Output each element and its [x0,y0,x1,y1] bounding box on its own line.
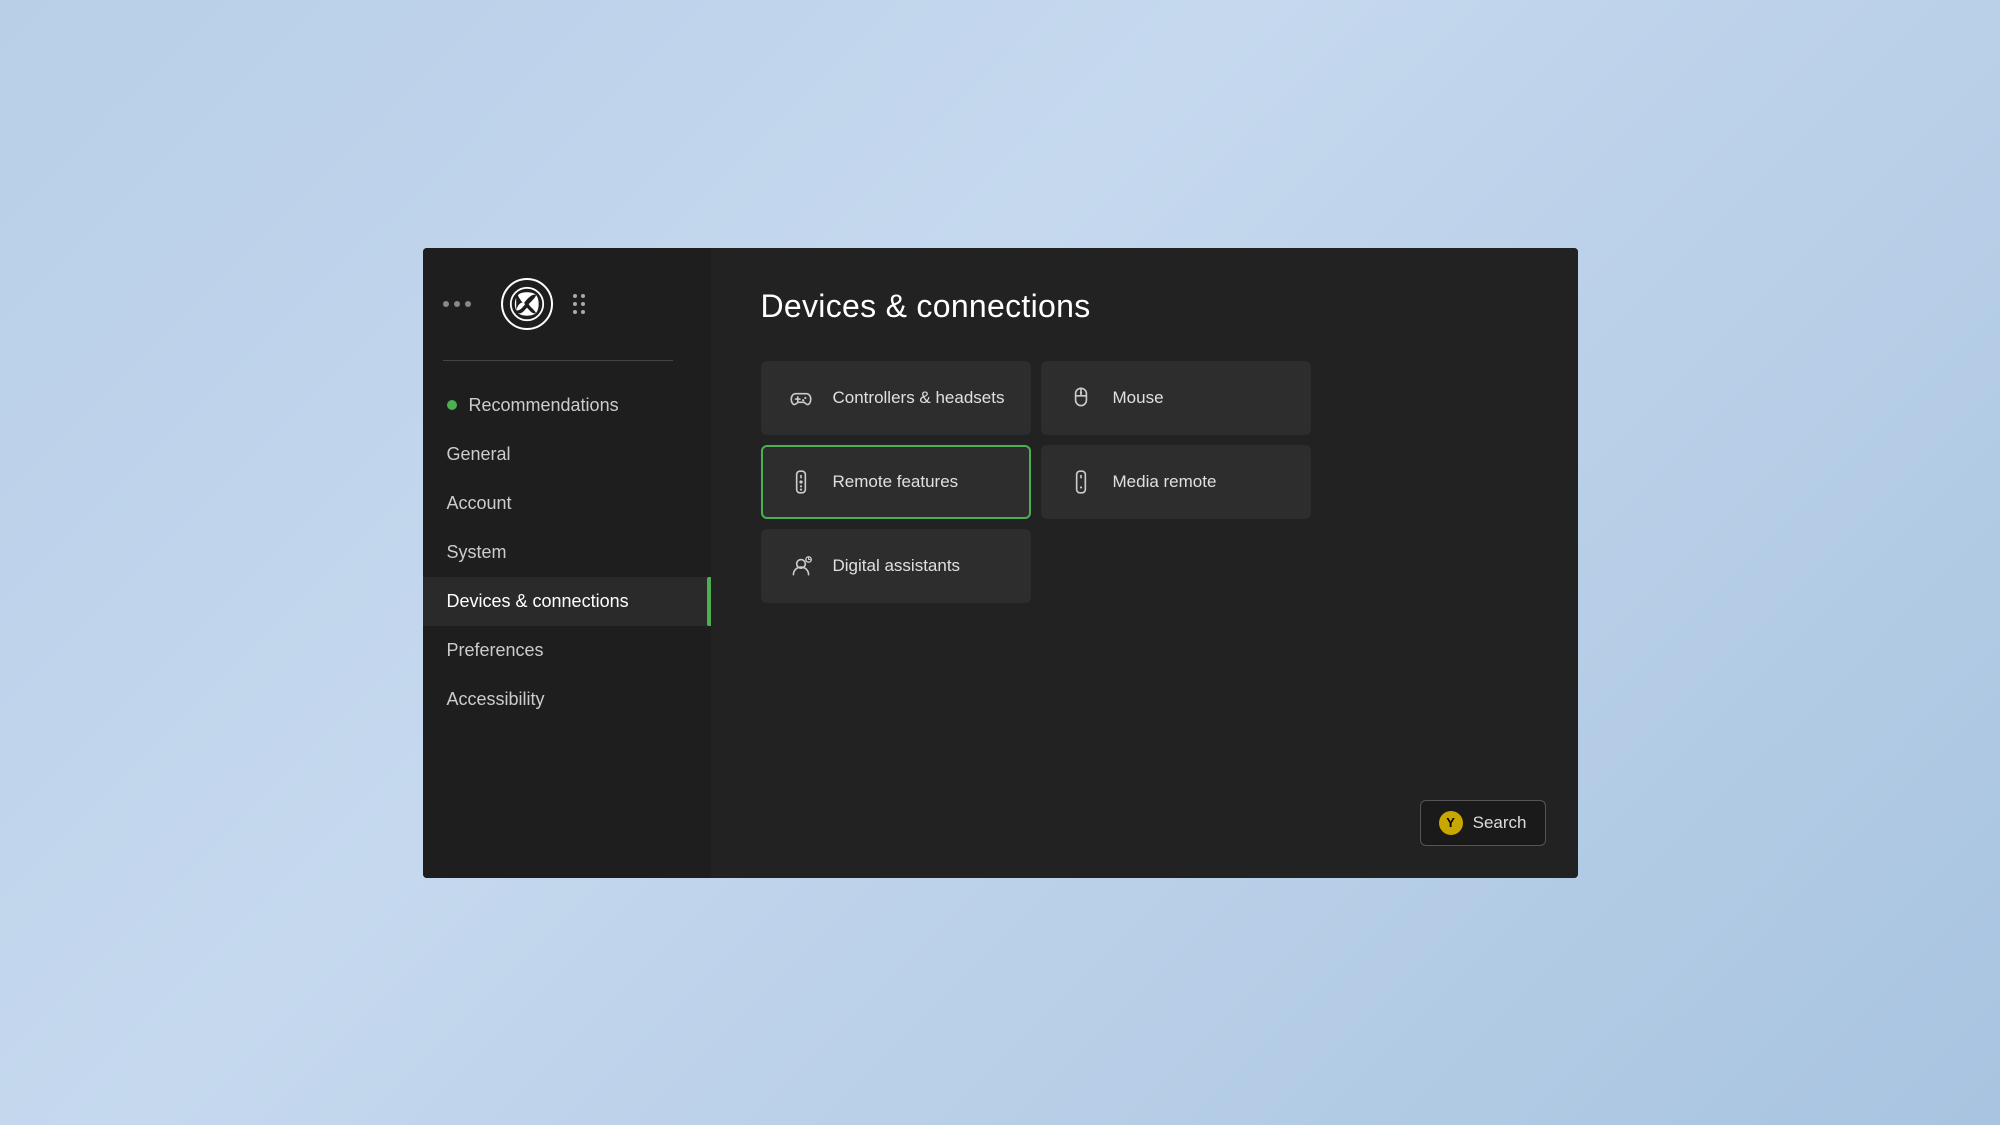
menu-dots[interactable] [573,294,585,314]
remote-features-label: Remote features [833,472,959,492]
xbox-logo [501,278,553,330]
digital-assistants-label: Digital assistants [833,556,961,576]
search-label: Search [1473,813,1527,833]
grid-item-remote-features[interactable]: Remote features [761,445,1031,519]
mouse-label: Mouse [1113,388,1164,408]
sidebar-item-general[interactable]: General [423,430,711,479]
menu-dot-4 [581,302,585,306]
page-title: Devices & connections [761,288,1528,325]
dot-1 [443,301,449,307]
media-remote-icon [1067,469,1095,495]
sidebar-item-accessibility[interactable]: Accessibility [423,675,711,724]
remote-icon [787,469,815,495]
menu-dot-3 [573,302,577,306]
menu-dot-2 [581,294,585,298]
grid-item-mouse[interactable]: Mouse [1041,361,1311,435]
dot-2 [454,301,460,307]
grid-item-controllers[interactable]: Controllers & headsets [761,361,1031,435]
grid-item-digital-assistants[interactable]: Digital assistants [761,529,1031,603]
mouse-icon [1067,385,1095,411]
dot-3 [465,301,471,307]
sidebar-header [423,278,711,360]
sidebar-label-system: System [447,542,507,563]
sidebar-label-devices: Devices & connections [447,591,629,612]
y-button: Y [1439,811,1463,835]
sidebar-item-account[interactable]: Account [423,479,711,528]
sidebar-label-account: Account [447,493,512,514]
main-content: Devices & connections Controllers & head… [711,248,1578,878]
xbox-logo-svg [509,286,545,322]
menu-dot-6 [581,310,585,314]
assistant-icon [787,553,815,579]
sidebar-label-general: General [447,444,511,465]
grid-container: Controllers & headsets Mouse [761,361,1528,603]
menu-dot-1 [573,294,577,298]
settings-window: Recommendations General Account System D… [423,248,1578,878]
sidebar-item-devices[interactable]: Devices & connections [423,577,711,626]
y-button-label: Y [1446,815,1455,830]
sidebar-label-preferences: Preferences [447,640,544,661]
sidebar-item-system[interactable]: System [423,528,711,577]
controllers-label: Controllers & headsets [833,388,1005,408]
sidebar-divider [443,360,673,361]
sidebar-item-preferences[interactable]: Preferences [423,626,711,675]
controller-icon [787,385,815,411]
sidebar-item-recommendations[interactable]: Recommendations [423,381,711,430]
sidebar: Recommendations General Account System D… [423,248,711,878]
media-remote-label: Media remote [1113,472,1217,492]
dots-menu [443,301,471,307]
menu-dot-5 [573,310,577,314]
grid-item-media-remote[interactable]: Media remote [1041,445,1311,519]
recommendations-dot [447,400,457,410]
search-button[interactable]: Y Search [1420,800,1546,846]
sidebar-label-recommendations: Recommendations [469,395,619,416]
sidebar-label-accessibility: Accessibility [447,689,545,710]
